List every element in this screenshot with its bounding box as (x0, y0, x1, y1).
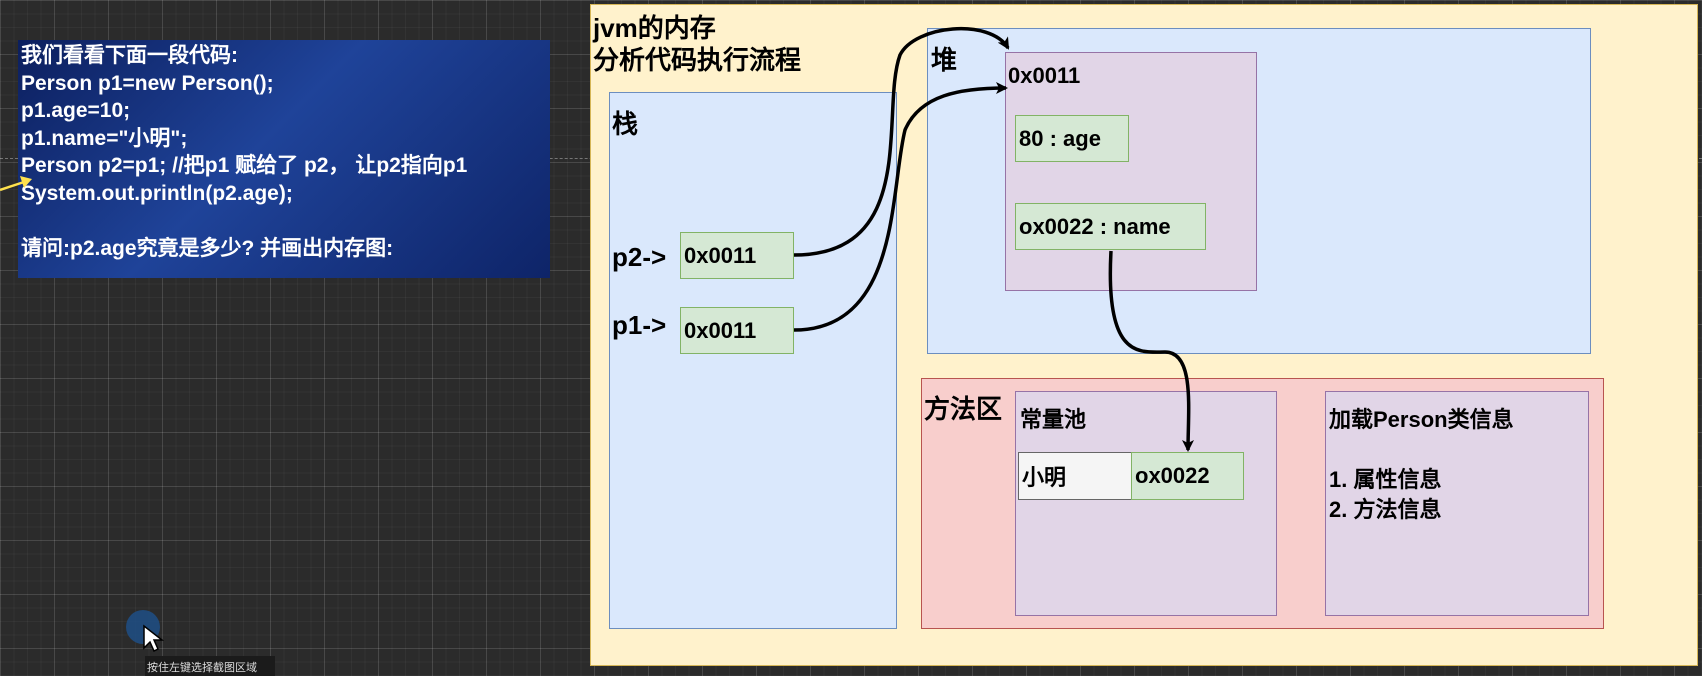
connector-arrows (793, 27, 1195, 452)
p1-to-heap-arrow (793, 82, 1008, 332)
mouse-cursor-icon (143, 624, 164, 653)
name-to-constant-arrow (1108, 250, 1195, 452)
screenshot-tooltip: 按住左键选择截图区域 (145, 656, 275, 676)
